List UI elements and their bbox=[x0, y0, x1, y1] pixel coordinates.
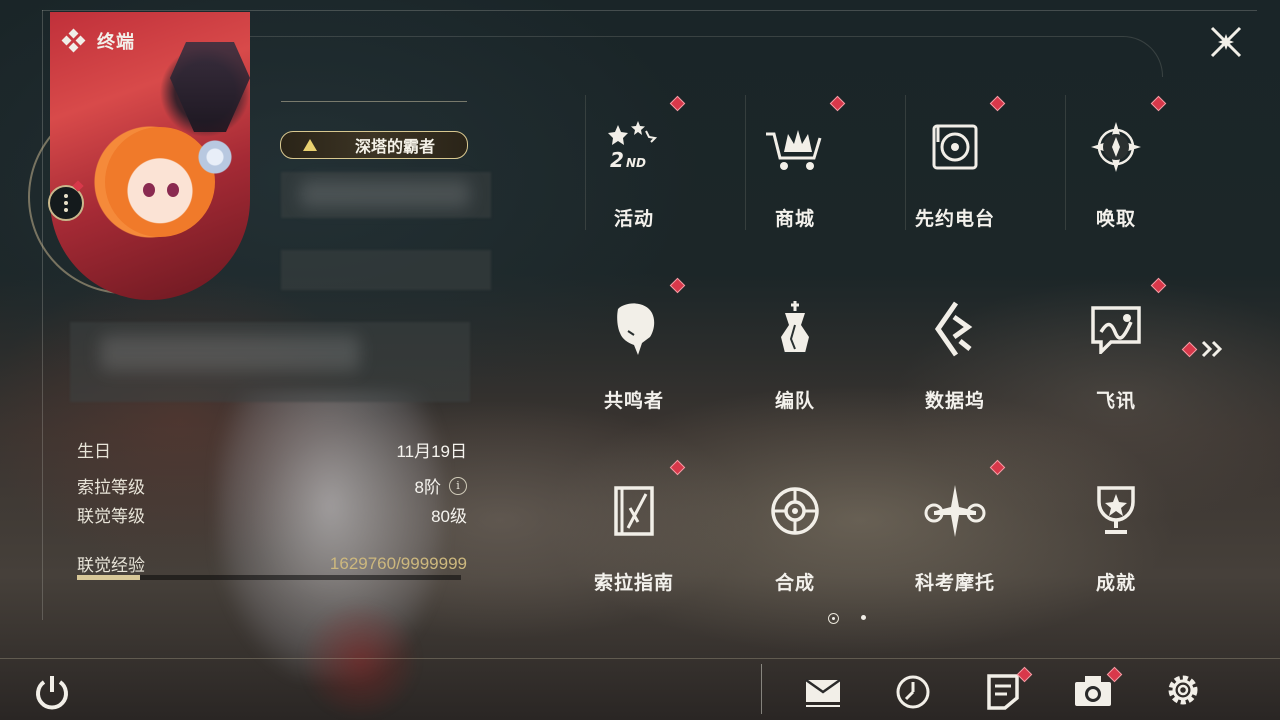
shop-icon bbox=[760, 112, 830, 182]
radio-icon bbox=[920, 112, 990, 182]
page-indicator-1[interactable] bbox=[828, 613, 839, 624]
bottom-bar-divider bbox=[0, 658, 1280, 659]
menu-label: 索拉指南 bbox=[593, 573, 674, 594]
double-chevron-right-icon bbox=[1201, 340, 1223, 358]
menu-item-events[interactable]: 2 ND 活动 bbox=[574, 100, 694, 250]
settings-icon[interactable] bbox=[1161, 668, 1205, 712]
menu-label: 共鸣者 bbox=[603, 391, 664, 412]
player-title-text: 深塔的霸者 bbox=[355, 139, 436, 156]
menu-item-convene[interactable]: 唤取 bbox=[1056, 100, 1176, 250]
union-exp-label: 联觉经验 bbox=[77, 556, 145, 575]
menu-item-shop[interactable]: 商城 bbox=[735, 100, 855, 250]
union-exp-bar-fill bbox=[77, 575, 140, 580]
clock-icon[interactable] bbox=[891, 670, 935, 714]
svg-text:ND: ND bbox=[626, 156, 646, 170]
avatar-mech-figure bbox=[170, 42, 250, 132]
convene-icon bbox=[1081, 112, 1151, 182]
frame-line-curve bbox=[250, 36, 1163, 77]
synthesis-icon bbox=[760, 476, 830, 546]
menu-label: 成就 bbox=[1095, 573, 1136, 594]
player-name-blur bbox=[300, 180, 470, 208]
union-exp-value: 1629760/9999999 bbox=[329, 553, 467, 573]
menu-label: 先约电台 bbox=[914, 209, 995, 230]
events-icon: 2 ND bbox=[599, 112, 669, 182]
menu-item-message[interactable]: 飞讯 bbox=[1056, 282, 1176, 432]
sola-level-row: 索拉等级 8阶 i bbox=[77, 473, 467, 498]
title-triangle-icon bbox=[303, 139, 317, 151]
frame-line-top bbox=[42, 10, 1257, 11]
frame-line-left bbox=[42, 10, 43, 620]
motorcycle-icon bbox=[920, 476, 990, 546]
background-character-cloth bbox=[300, 600, 420, 720]
guidebook-icon bbox=[599, 476, 669, 546]
sola-level-label: 索拉等级 bbox=[77, 478, 145, 497]
terminal-diamond-icon bbox=[61, 28, 86, 53]
data-bank-icon bbox=[920, 294, 990, 364]
terminal-header: 终端 bbox=[61, 28, 135, 54]
menu-item-data-bank[interactable]: 数据坞 bbox=[895, 282, 1015, 432]
birthday-row: 生日 11月19日 bbox=[77, 437, 467, 462]
bottom-bar-separator bbox=[761, 664, 762, 714]
close-icon[interactable] bbox=[1208, 24, 1244, 60]
menu-item-resonator[interactable]: 共鸣者 bbox=[574, 282, 694, 432]
menu-label: 数据坞 bbox=[924, 391, 985, 412]
badge-divider bbox=[281, 101, 467, 102]
menu-label: 唤取 bbox=[1095, 209, 1136, 230]
menu-item-achievement[interactable]: 成就 bbox=[1056, 464, 1176, 614]
achievement-icon bbox=[1081, 476, 1151, 546]
message-icon bbox=[1081, 294, 1151, 364]
union-level-value: 80级 bbox=[431, 507, 467, 526]
page-indicator-2[interactable] bbox=[861, 615, 866, 620]
player-avatar[interactable] bbox=[50, 12, 250, 300]
terminal-title: 终端 bbox=[97, 32, 135, 52]
menu-item-radio[interactable]: 先约电台 bbox=[895, 100, 1015, 250]
sola-level-value: 8阶 bbox=[414, 478, 441, 497]
menu-label: 商城 bbox=[774, 209, 815, 230]
player-title-badge[interactable]: 深塔的霸者 bbox=[280, 131, 468, 159]
avatar-flower-ornament bbox=[195, 137, 235, 177]
union-exp-row: 联觉经验 1629760/9999999 bbox=[77, 551, 467, 576]
birthday-value: 11月19日 bbox=[396, 442, 467, 461]
info-icon[interactable]: i bbox=[449, 476, 467, 495]
team-icon bbox=[760, 294, 830, 364]
next-page-button[interactable] bbox=[1181, 340, 1227, 358]
mail-icon[interactable] bbox=[801, 670, 845, 714]
menu-item-synthesis[interactable]: 合成 bbox=[735, 464, 855, 614]
menu-label: 科考摩托 bbox=[914, 573, 995, 594]
player-signature-blur bbox=[100, 335, 360, 371]
birthday-label: 生日 bbox=[77, 442, 111, 461]
menu-label: 活动 bbox=[613, 209, 654, 230]
menu-item-motorcycle[interactable]: 科考摩托 bbox=[895, 464, 1015, 614]
alert-dot-next-page bbox=[1181, 341, 1198, 357]
menu-item-team[interactable]: 编队 bbox=[735, 282, 855, 432]
menu-label: 编队 bbox=[774, 391, 815, 412]
union-level-label: 联觉等级 bbox=[77, 507, 145, 526]
power-icon[interactable] bbox=[30, 670, 74, 714]
union-exp-bar bbox=[77, 575, 461, 580]
menu-item-guidebook[interactable]: 索拉指南 bbox=[574, 464, 694, 614]
resonator-icon bbox=[599, 294, 669, 364]
menu-label: 飞讯 bbox=[1095, 391, 1136, 412]
player-uid-redacted bbox=[281, 250, 491, 290]
menu-label: 合成 bbox=[774, 573, 815, 594]
union-level-row: 联觉等级 80级 bbox=[77, 502, 467, 527]
svg-text:2: 2 bbox=[610, 148, 624, 172]
